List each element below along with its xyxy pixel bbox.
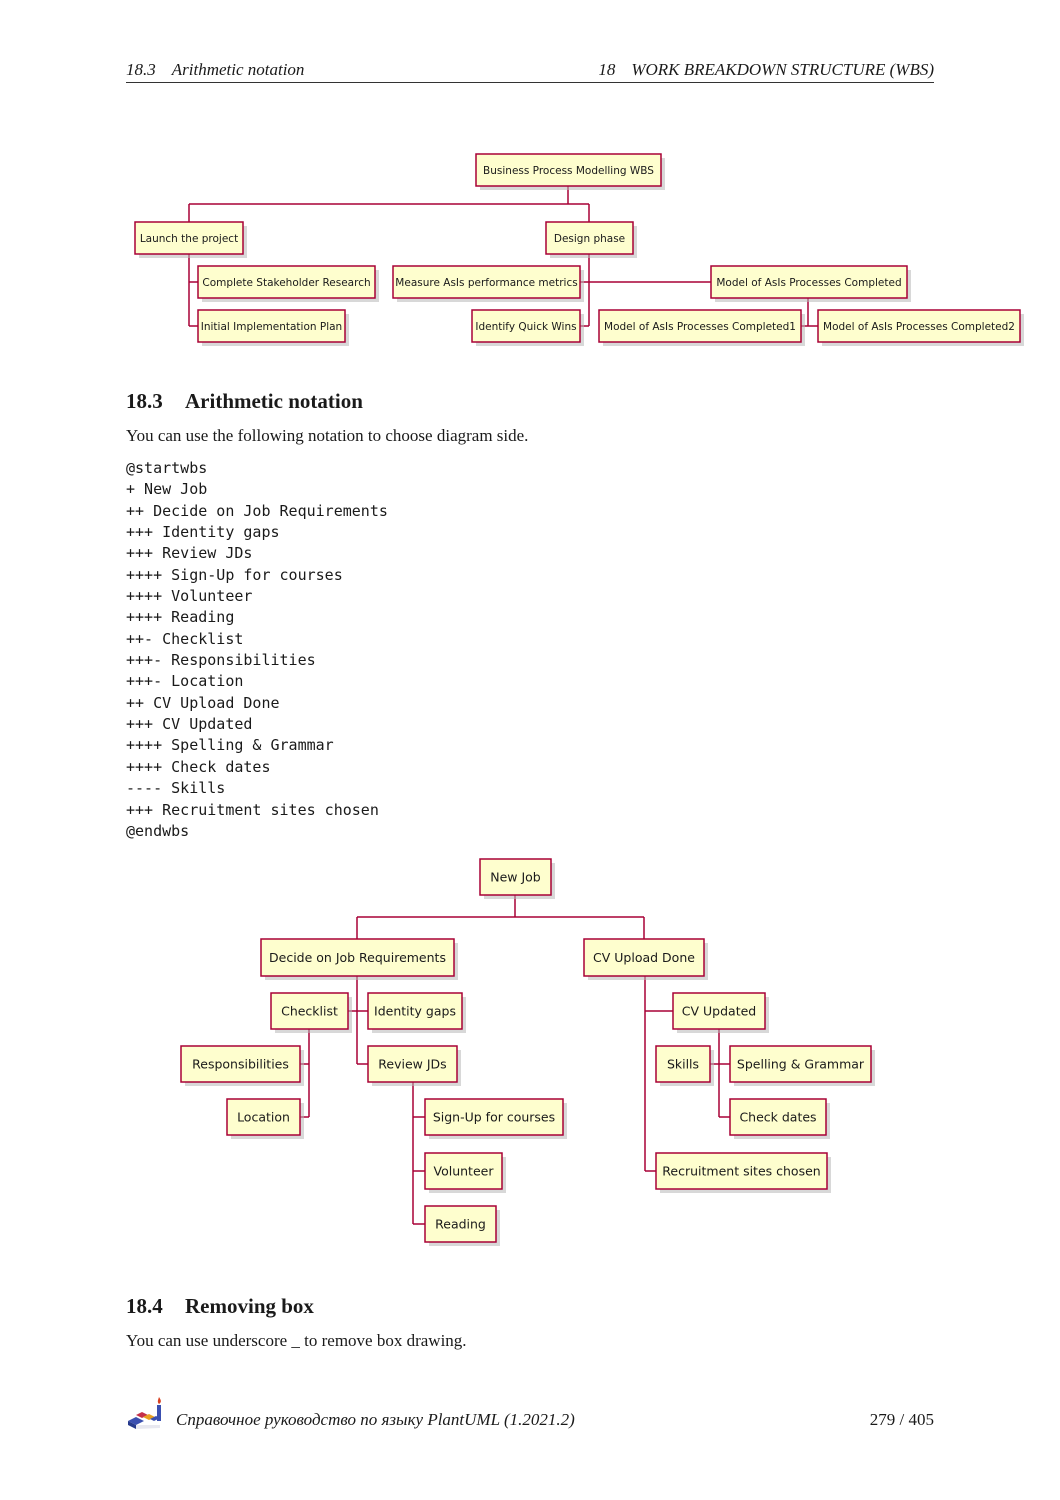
edge-review-children — [412, 1082, 425, 1225]
code-line: ++++ Check dates — [126, 757, 271, 776]
node-label: Initial Implementation Plan — [201, 321, 342, 333]
wbs-node-cvupload: CV Upload Done — [583, 938, 708, 980]
wbs-diagram-business-process: Business Process Modelling WBS Launch the… — [134, 153, 1024, 346]
node-label: Decide on Job Requirements — [269, 950, 446, 965]
node-label: New Job — [490, 870, 541, 885]
wbs-node-reading: Reading — [424, 1205, 500, 1246]
edge-root-to-children — [188, 186, 590, 222]
node-label: CV Upload Done — [593, 950, 695, 965]
code-line: +++ Review JDs — [126, 544, 253, 563]
code-line: @endwbs — [126, 821, 190, 840]
wbs-node-checklist: Checklist — [270, 992, 352, 1033]
wbs-node-resp: Responsibilities — [180, 1045, 304, 1086]
code-line: @startwbs — [126, 459, 208, 477]
wbs-node-quickwins: Identify Quick Wins — [471, 309, 584, 346]
wbs-node-model1: Model of AsIs Processes Completed1 — [598, 309, 805, 346]
node-label: Model of AsIs Processes Completed2 — [823, 321, 1015, 333]
wbs-node-model: Model of AsIs Processes Completed — [710, 265, 911, 302]
plantuml-logo-icon — [128, 1397, 161, 1429]
section-intro-18-3: You can use the following notation to ch… — [126, 426, 529, 445]
section-number: 18.3 — [126, 389, 163, 413]
node-label: Business Process Modelling WBS — [483, 165, 654, 177]
node-label: CV Updated — [682, 1004, 756, 1019]
node-label: Launch the project — [140, 233, 238, 245]
wbs-node-volunteer: Volunteer — [424, 1152, 506, 1193]
node-label: Recruitment sites chosen — [662, 1164, 820, 1179]
page-number: 279 / 405 — [869, 1410, 934, 1429]
code-line: +++ Identity gaps — [126, 523, 280, 542]
diagram1-nodes: Business Process Modelling WBS Launch the… — [134, 153, 1024, 346]
section-title: Removing box — [185, 1294, 314, 1318]
node-label: Complete Stakeholder Research — [202, 277, 370, 289]
section-heading-18-4: 18.4 Removing box — [126, 1294, 314, 1319]
wbs-node-measure: Measure AsIs performance metrics — [392, 265, 584, 302]
node-label: Spelling & Grammar — [737, 1057, 865, 1072]
code-line: ++- Checklist — [126, 629, 244, 648]
code-line: +++ CV Updated — [126, 715, 253, 734]
edge-newjob-to-children — [356, 895, 645, 939]
code-line: ---- Skills — [126, 779, 226, 798]
node-label: Measure AsIs performance metrics — [395, 277, 577, 289]
wbs-node-spelling: Spelling & Grammar — [729, 1045, 875, 1086]
node-label: Volunteer — [434, 1164, 495, 1179]
wbs-node-cvupdated: CV Updated — [672, 992, 769, 1033]
node-label: Identify Quick Wins — [475, 321, 576, 333]
code-line: ++ Decide on Job Requirements — [126, 501, 388, 520]
node-label: Model of AsIs Processes Completed — [716, 277, 901, 289]
section-title: Arithmetic notation — [185, 389, 363, 413]
code-line: ++ CV Upload Done — [126, 693, 280, 712]
code-line: +++- Responsibilities — [126, 651, 316, 670]
wbs-node-decide: Decide on Job Requirements — [260, 938, 458, 980]
diagram1-edges — [188, 186, 818, 327]
wbs-node-identity: Identity gaps — [367, 992, 466, 1033]
node-label: Checklist — [281, 1004, 338, 1019]
node-label: Design phase — [554, 233, 625, 245]
code-block: @startwbs + New Job ++ Decide on Job Req… — [126, 458, 388, 842]
node-label: Responsibilities — [192, 1057, 289, 1072]
wbs-node-location: Location — [226, 1098, 304, 1139]
section-intro-18-4: You can use underscore _ to remove box d… — [126, 1331, 467, 1350]
code-line: ++++ Spelling & Grammar — [126, 736, 334, 755]
wbs-node-checkdates: Check dates — [729, 1098, 830, 1139]
wbs-node-signup: Sign-Up for courses — [424, 1098, 567, 1139]
wbs-node-root: Business Process Modelling WBS — [475, 153, 665, 190]
footer-title: Справочное руководство по языку PlantUML… — [176, 1410, 575, 1429]
wbs-node-stakeholder: Complete Stakeholder Research — [197, 265, 379, 302]
node-label: Skills — [667, 1057, 699, 1072]
code-line: ++++ Volunteer — [126, 587, 253, 606]
code-line: +++ Recruitment sites chosen — [126, 800, 379, 819]
node-label: Check dates — [739, 1110, 816, 1125]
edge-launch-children — [188, 254, 198, 327]
node-label: Sign-Up for courses — [433, 1110, 555, 1125]
code-line: + New Job — [126, 480, 208, 499]
code-line: ++++ Sign-Up for courses — [126, 565, 343, 584]
wbs-node-initial: Initial Implementation Plan — [197, 309, 349, 346]
wbs-node-model2: Model of AsIs Processes Completed2 — [817, 309, 1024, 346]
node-label: Review JDs — [378, 1057, 446, 1072]
wbs-node-review: Review JDs — [367, 1045, 461, 1086]
page-footer: Справочное руководство по языку PlantUML… — [126, 1395, 934, 1435]
wbs-diagram-new-job: New Job Decide on Job Requirements CV Uplo… — [180, 858, 875, 1246]
node-label: Model of AsIs Processes Completed1 — [604, 321, 796, 333]
wbs-node-skills: Skills — [655, 1045, 714, 1086]
wbs-node-recruit: Recruitment sites chosen — [655, 1152, 831, 1193]
wbs-node-launch: Launch the project — [134, 221, 247, 258]
wbs-node-design: Design phase — [545, 221, 637, 258]
code-line: ++++ Reading — [126, 608, 235, 627]
section-heading-18-3: 18.3 Arithmetic notation — [126, 389, 363, 414]
section-number: 18.4 — [126, 1294, 163, 1318]
node-label: Identity gaps — [374, 1004, 456, 1019]
wbs-node-newjob: New Job — [479, 858, 555, 899]
node-label: Location — [237, 1110, 290, 1125]
code-line: +++- Location — [126, 672, 244, 691]
node-label: Reading — [435, 1217, 486, 1232]
